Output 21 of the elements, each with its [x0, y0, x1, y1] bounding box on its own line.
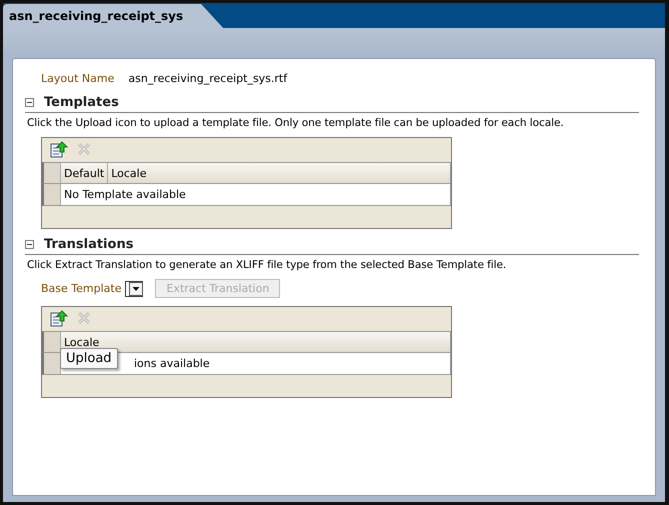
- page-tab[interactable]: asn_receiving_receipt_sys: [3, 4, 224, 28]
- row-selector: [44, 163, 61, 183]
- column-header: Locale: [63, 334, 100, 350]
- upload-icon[interactable]: [50, 140, 68, 158]
- tooltip: Upload: [60, 348, 118, 369]
- upload-icon[interactable]: [50, 310, 68, 326]
- row-selector: [44, 332, 61, 352]
- description-text: Click the Upload icon to upload a template file. Only one template file can be uploaded for each locale.: [27, 116, 565, 129]
- section-title: Templates: [44, 95, 119, 110]
- collapse-icon[interactable]: [25, 240, 34, 249]
- description-text: Click Extract Translation to generate an XLIFF file type from the selected Base Template file.: [27, 258, 508, 271]
- base-template-dropdown[interactable]: [125, 280, 144, 296]
- field-label: Base Template: [41, 282, 122, 295]
- section-title: Translations: [44, 237, 134, 252]
- collapse-icon[interactable]: [25, 98, 34, 107]
- column-header: Locale: [110, 166, 148, 182]
- field-label: Layout Name: [41, 72, 114, 84]
- column-header: Default: [61, 163, 108, 183]
- field-value: asn_receiving_receipt_sys.rtf: [128, 72, 288, 84]
- table-cell: No Template available: [64, 188, 186, 201]
- table-cell: ions available: [134, 357, 210, 370]
